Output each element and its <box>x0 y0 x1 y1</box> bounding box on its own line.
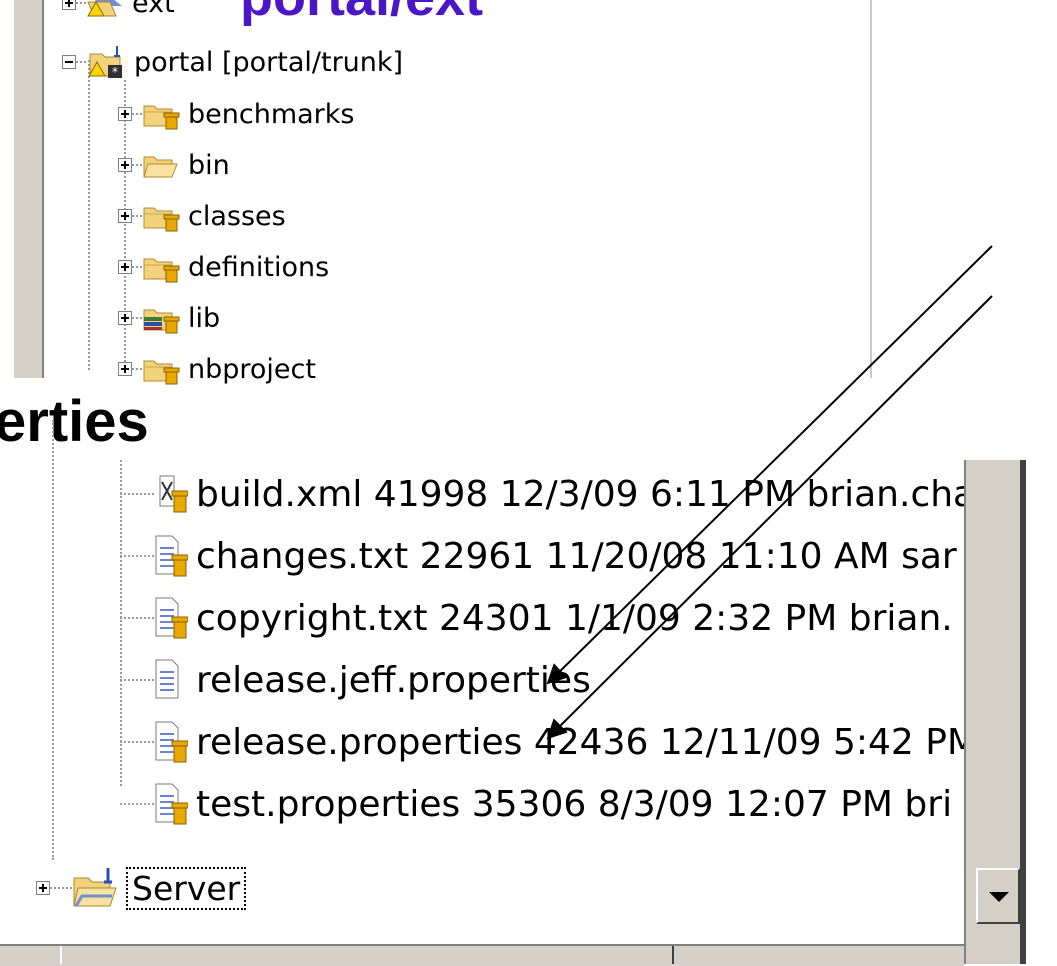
annotation-arrows <box>546 245 993 740</box>
annotation-arrow <box>546 245 993 685</box>
annotation-arrow <box>546 295 993 740</box>
